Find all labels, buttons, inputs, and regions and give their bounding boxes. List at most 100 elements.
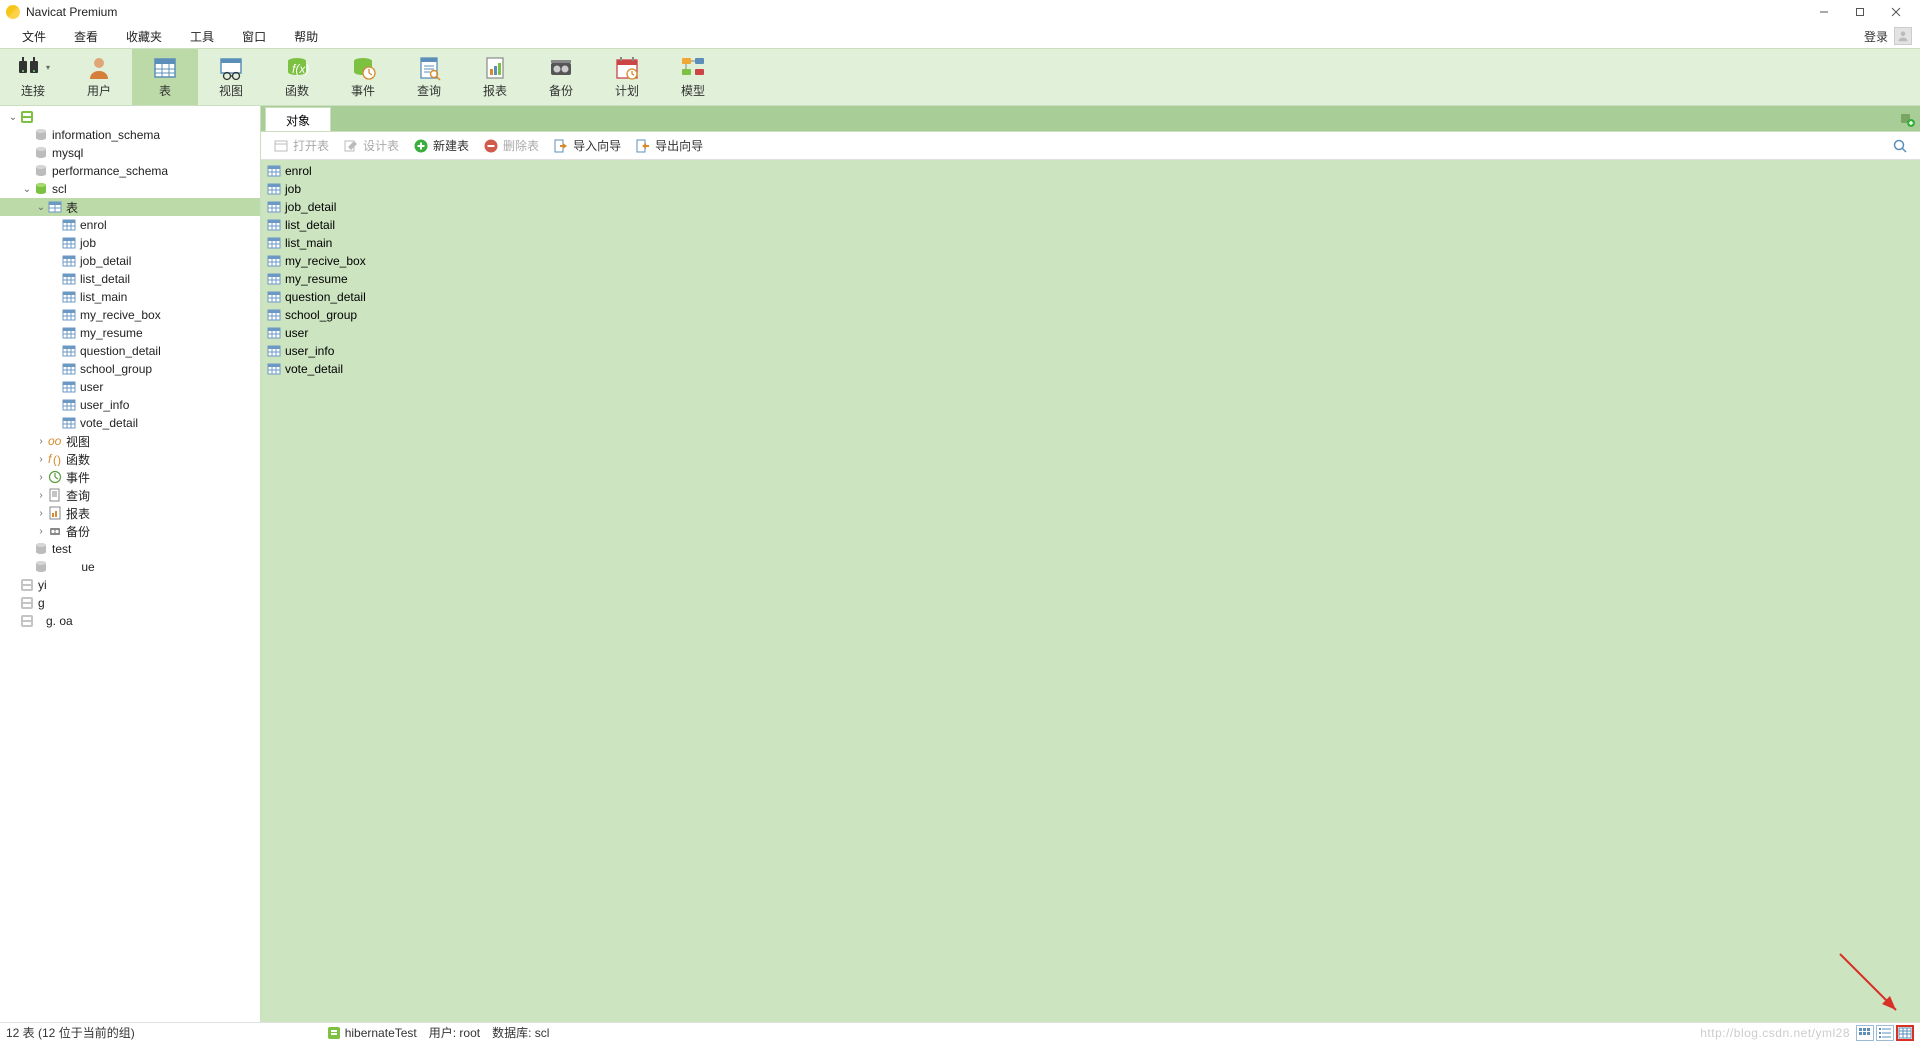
tree-label: 事件 (66, 469, 90, 486)
table-icon (62, 236, 76, 250)
objbar-import-button[interactable]: 导入向导 (547, 135, 627, 156)
object-item-list_main[interactable]: list_main (263, 234, 1918, 252)
db-gray-icon (34, 146, 48, 160)
tree-node-my_recive_box[interactable]: my_recive_box (0, 306, 260, 324)
table-icon (267, 344, 281, 358)
object-item-my_recive_box[interactable]: my_recive_box (263, 252, 1918, 270)
search-button[interactable] (1886, 136, 1914, 156)
tree-node-job_detail[interactable]: job_detail (0, 252, 260, 270)
tab-objects[interactable]: 对象 (265, 107, 331, 131)
object-item-enrol[interactable]: enrol (263, 162, 1918, 180)
tree-node-scl[interactable]: ⌄scl (0, 180, 260, 198)
object-item-user[interactable]: user (263, 324, 1918, 342)
tree-node-school_group[interactable]: school_group (0, 360, 260, 378)
object-toolbar: 打开表设计表新建表删除表导入向导导出向导 (261, 132, 1920, 160)
tree-node-g[interactable]: g (0, 594, 260, 612)
menu-1[interactable]: 查看 (60, 26, 112, 47)
main-panel: 对象 打开表设计表新建表删除表导入向导导出向导 enroljobjob_deta… (261, 106, 1920, 1022)
toolbar-backup-button[interactable]: 备份 (528, 49, 594, 105)
toolbar-user-button[interactable]: 用户 (66, 49, 132, 105)
toolbar-query-button[interactable]: 查询 (396, 49, 462, 105)
tree-node-question_detail[interactable]: question_detail (0, 342, 260, 360)
db-gray-icon (34, 128, 48, 142)
tree-node-事件[interactable]: › 事件 (0, 468, 260, 486)
tree-node-g. oa[interactable]: g. oa (0, 612, 260, 630)
menu-0[interactable]: 文件 (8, 26, 60, 47)
view-mode-list-button[interactable] (1876, 1025, 1894, 1041)
view-mode-large-button[interactable] (1856, 1025, 1874, 1041)
tree-node-备份[interactable]: ›备份 (0, 522, 260, 540)
toolbar-table-button[interactable]: 表 (132, 49, 198, 105)
new-tab-button[interactable] (1894, 107, 1920, 131)
tree-node-information_schema[interactable]: information_schema (0, 126, 260, 144)
table-icon (62, 380, 76, 394)
object-item-my_resume[interactable]: my_resume (263, 270, 1918, 288)
title-bar: Navicat Premium (0, 0, 1920, 24)
tree-label: test (52, 542, 71, 556)
object-item-school_group[interactable]: school_group (263, 306, 1918, 324)
table-icon (62, 272, 76, 286)
twisty-icon: › (34, 472, 48, 483)
menu-4[interactable]: 窗口 (228, 26, 280, 47)
tree-node-test[interactable]: test (0, 540, 260, 558)
tree-node-list_detail[interactable]: list_detail (0, 270, 260, 288)
minimize-button[interactable] (1806, 0, 1842, 24)
user-avatar-icon[interactable] (1894, 27, 1912, 45)
maximize-button[interactable] (1842, 0, 1878, 24)
toolbar-event-button[interactable]: 事件 (330, 49, 396, 105)
objbar-new-button[interactable]: 新建表 (407, 135, 475, 156)
tree-node-user_info[interactable]: user_info (0, 396, 260, 414)
main-toolbar: ▾连接用户表视图f(x)函数事件查询报表备份计划模型 (0, 48, 1920, 106)
open-icon (273, 138, 289, 154)
objbar-export-button[interactable]: 导出向导 (629, 135, 709, 156)
table-icon (62, 326, 76, 340)
tree-node-item25[interactable]: ue (0, 558, 260, 576)
twisty-icon: › (34, 490, 48, 501)
tree-label: information_schema (52, 128, 160, 142)
toolbar-connect-button[interactable]: ▾连接 (0, 49, 66, 105)
toolbar-function-button[interactable]: f(x)函数 (264, 49, 330, 105)
tree-node-yi[interactable]: yi (0, 576, 260, 594)
tree-node-vote_detail[interactable]: vote_detail (0, 414, 260, 432)
object-item-job_detail[interactable]: job_detail (263, 198, 1918, 216)
tree-node-my_resume[interactable]: my_resume (0, 324, 260, 342)
tree-node-enrol[interactable]: enrol (0, 216, 260, 234)
menu-3[interactable]: 工具 (176, 26, 228, 47)
report-icon (481, 56, 509, 80)
tree-node-函数[interactable]: ›函数 (0, 450, 260, 468)
menu-5[interactable]: 帮助 (280, 26, 332, 47)
toolbar-model-button[interactable]: 模型 (660, 49, 726, 105)
toolbar-report-button[interactable]: 报表 (462, 49, 528, 105)
toolbar-view-button[interactable]: 视图 (198, 49, 264, 105)
tree-node-mysql[interactable]: mysql (0, 144, 260, 162)
twisty-icon: › (34, 436, 48, 447)
tree-node-查询[interactable]: ›查询 (0, 486, 260, 504)
conn-green-icon (20, 110, 34, 124)
object-item-job[interactable]: job (263, 180, 1918, 198)
tree-node-表[interactable]: ⌄表 (0, 198, 260, 216)
close-button[interactable] (1878, 0, 1914, 24)
tree-node-performance_schema[interactable]: performance_schema (0, 162, 260, 180)
tree-node-视图[interactable]: ›视图 (0, 432, 260, 450)
object-item-list_detail[interactable]: list_detail (263, 216, 1918, 234)
tree-node-item0[interactable]: ⌄ (0, 108, 260, 126)
object-item-user_info[interactable]: user_info (263, 342, 1918, 360)
content-area: ⌄ information_schemamysqlperformance_sch… (0, 106, 1920, 1022)
twisty-icon: › (34, 454, 48, 465)
event-icon (349, 56, 377, 80)
tree-node-报表[interactable]: ›报表 (0, 504, 260, 522)
model-icon (679, 56, 707, 80)
view-mode-detail-button[interactable] (1896, 1025, 1914, 1041)
toolbar-schedule-button[interactable]: 计划 (594, 49, 660, 105)
tree-node-user[interactable]: user (0, 378, 260, 396)
login-label[interactable]: 登录 (1864, 28, 1888, 45)
tree-node-job[interactable]: job (0, 234, 260, 252)
menu-2[interactable]: 收藏夹 (112, 26, 176, 47)
object-item-question_detail[interactable]: question_detail (263, 288, 1918, 306)
tree-label: g. oa (38, 614, 81, 628)
tree-node-list_main[interactable]: list_main (0, 288, 260, 306)
table-icon (267, 290, 281, 304)
object-item-vote_detail[interactable]: vote_detail (263, 360, 1918, 378)
conn-gray-icon (20, 596, 34, 610)
backup-icon (547, 56, 575, 80)
